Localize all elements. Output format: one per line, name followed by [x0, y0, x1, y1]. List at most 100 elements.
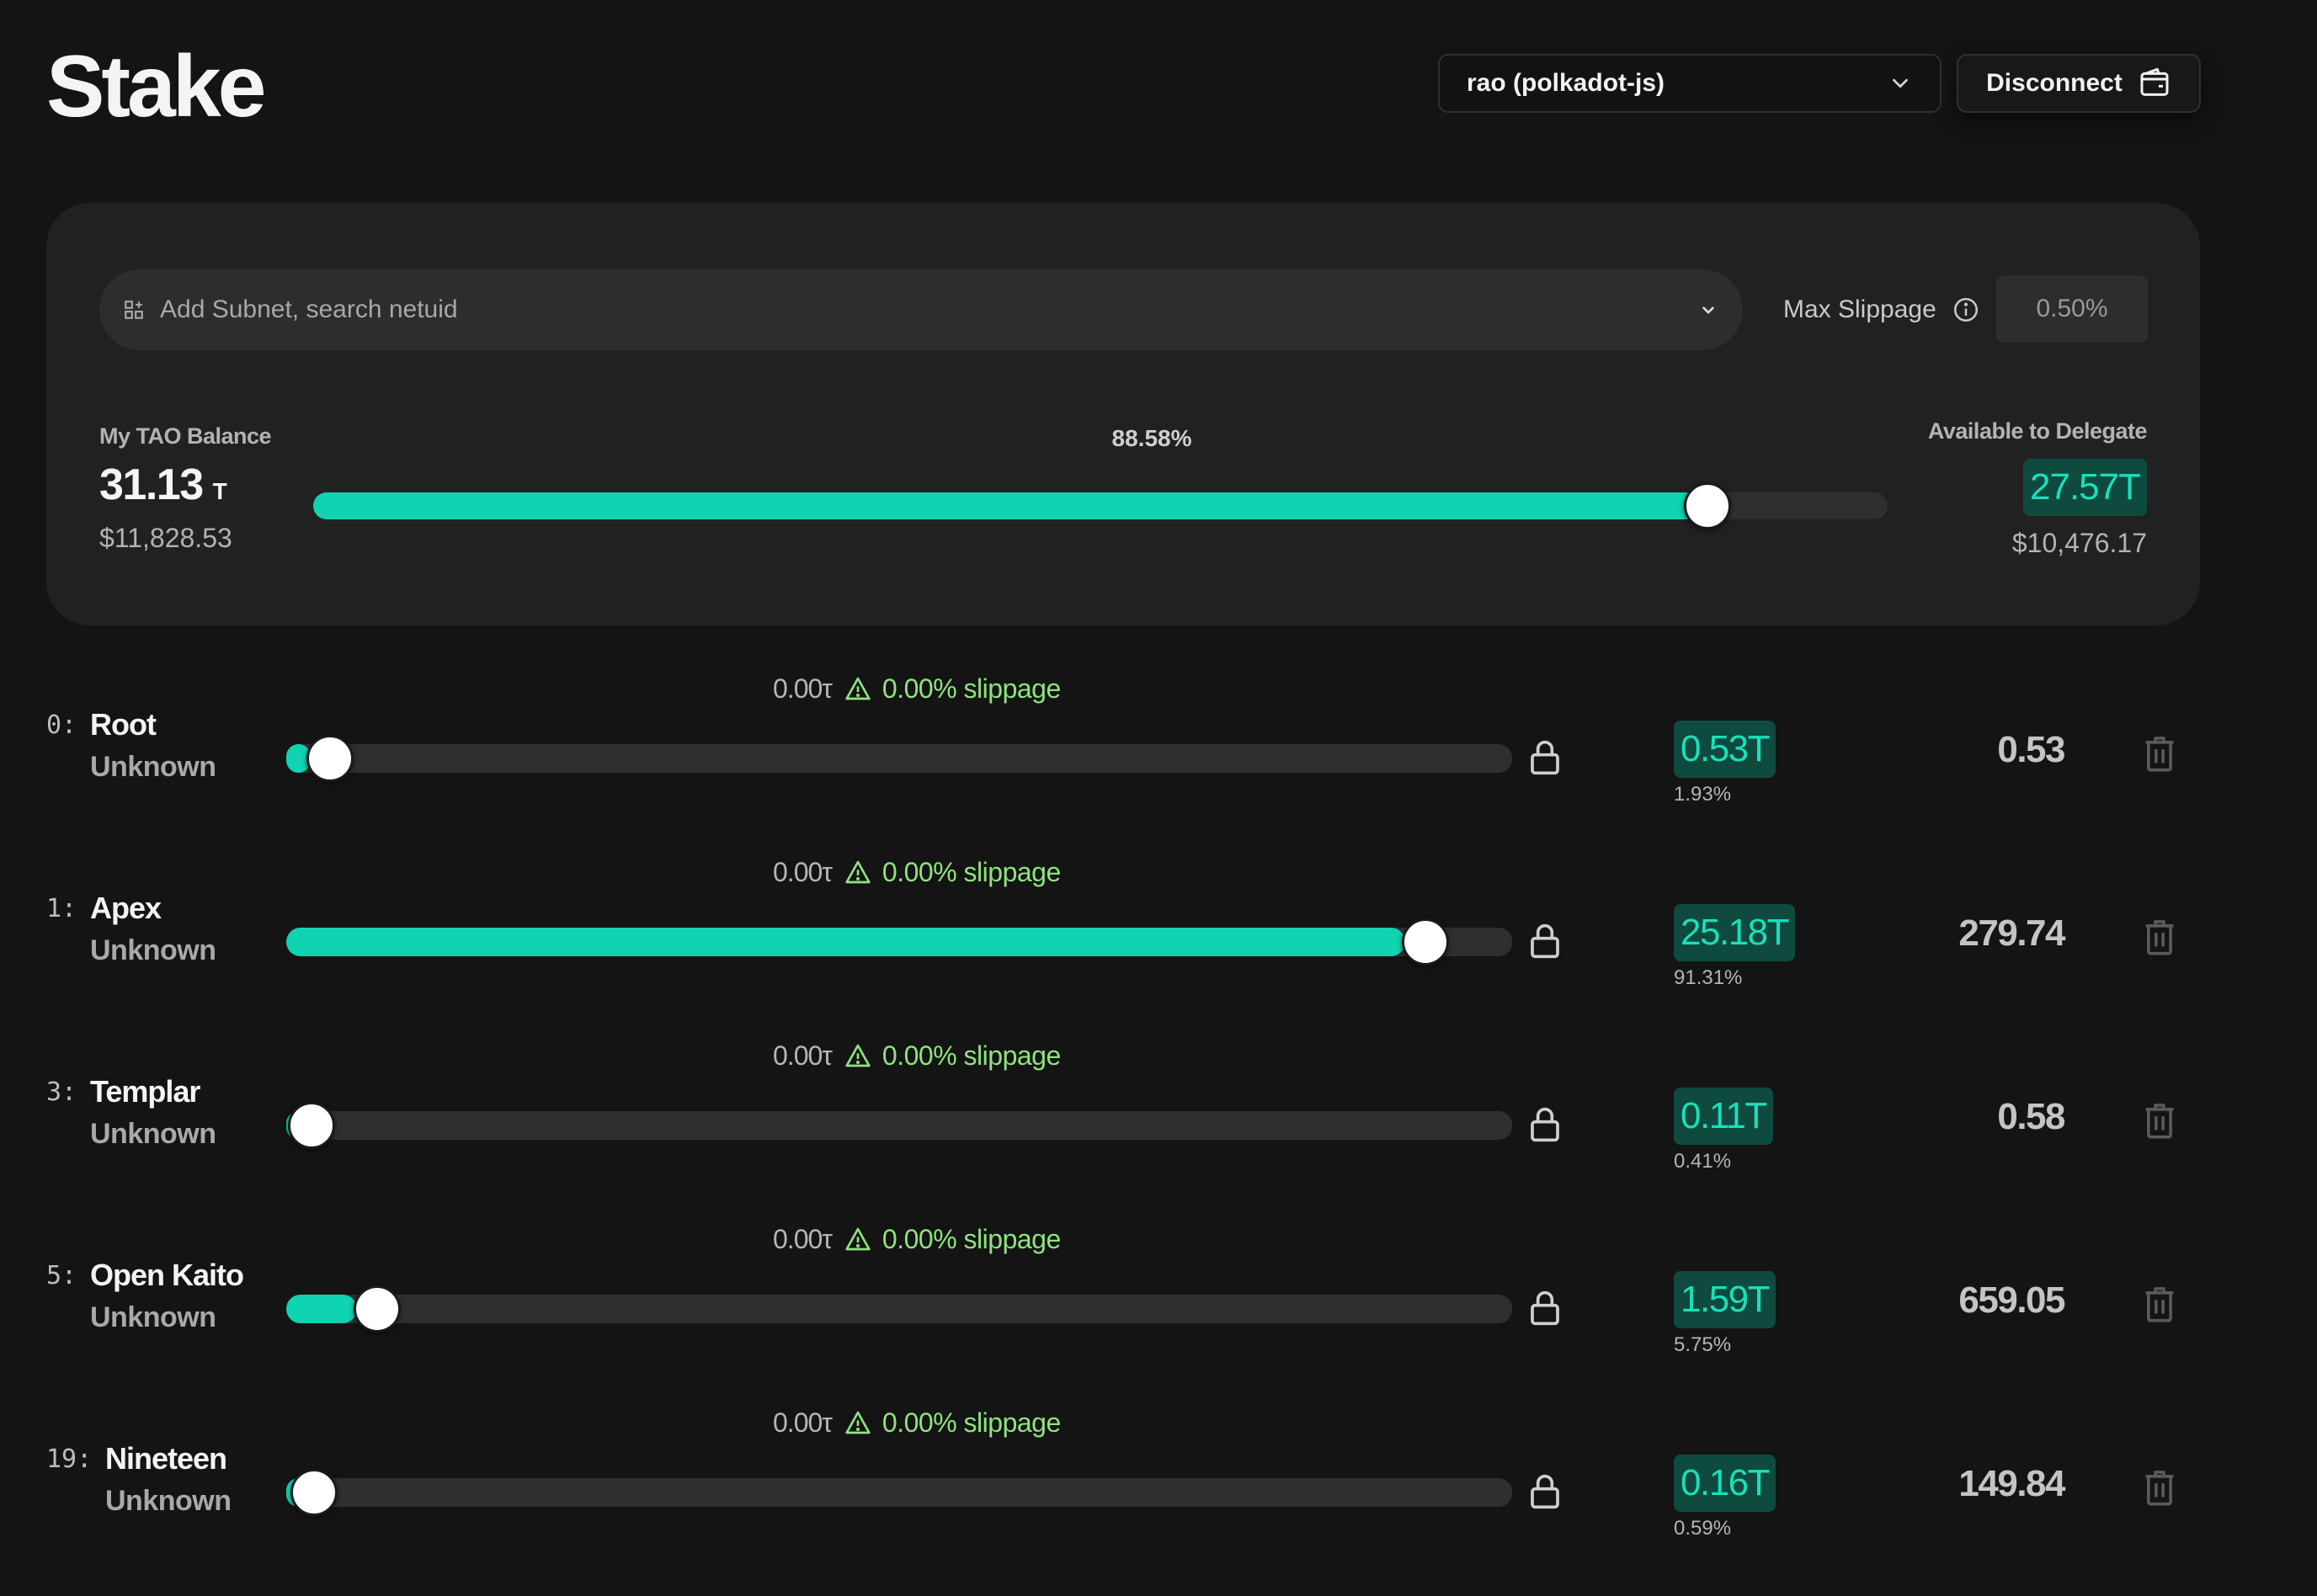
subnet-row: 0: Root Unknown 0.00τ 0.00% slippage 0.5… [0, 663, 2317, 847]
warning-icon [845, 677, 871, 700]
subnet-name: Templar [90, 1074, 200, 1109]
row-allocation-value: 25.18T [1674, 904, 1795, 961]
row-stake-info: 0.00τ 0.00% slippage [773, 1030, 1061, 1081]
row-slippage: 0.00% slippage [844, 857, 1061, 888]
row-stake-amount: 0.00τ [773, 1407, 833, 1438]
chevron-down-icon [1893, 78, 1908, 88]
row-stake-slider[interactable] [286, 1469, 1512, 1516]
tao-balance-value: 31.13 T [99, 460, 227, 510]
subnet-search-select[interactable]: Add Subnet, search netuid [99, 269, 1743, 350]
account-select-label: rao (polkadot-js) [1467, 69, 1665, 97]
subnet-status: Unknown [90, 934, 216, 966]
row-alpha-value: 279.74 [1958, 912, 2065, 954]
row-allocation-percent: 0.59% [1674, 1517, 1732, 1540]
stake-slider-thumb[interactable] [1684, 482, 1732, 529]
max-slippage-label: Max Slippage [1783, 295, 1980, 324]
lock-icon[interactable] [1528, 1471, 1562, 1512]
row-stake-amount: 0.00τ [773, 673, 833, 704]
stake-percent-label: 88.58% [1111, 425, 1192, 451]
stake-page: Stake rao (polkadot-js) Disconnect Add S… [0, 0, 2317, 1596]
subnet-id: 0: [46, 710, 77, 740]
subnet-row: 1: Apex Unknown 0.00τ 0.00% slippage 25.… [0, 847, 2317, 1030]
warning-icon [845, 1227, 871, 1251]
available-delegate-usd: $10,476.17 [2011, 528, 2147, 558]
row-slippage-text: 0.00% slippage [882, 1040, 1061, 1071]
row-slider-thumb[interactable] [290, 1469, 338, 1516]
row-allocation-percent: 0.41% [1674, 1150, 1732, 1173]
row-slippage: 0.00% slippage [844, 1224, 1061, 1255]
available-delegate-label: Available to Delegate [1927, 418, 2148, 444]
max-slippage-input[interactable]: 0.50% [1996, 275, 2148, 343]
row-slippage-text: 0.00% slippage [882, 1223, 1061, 1254]
row-allocation-percent: 91.31% [1674, 966, 1743, 989]
tao-balance-amount: 31.13 [99, 460, 204, 509]
subnet-id: 5: [46, 1261, 77, 1290]
trash-icon[interactable] [2143, 918, 2176, 956]
row-allocation-value: 0.53T [1674, 721, 1776, 778]
account-select[interactable]: rao (polkadot-js) [1438, 54, 1941, 113]
row-slider-fill [286, 928, 1406, 956]
row-stake-info: 0.00τ 0.00% slippage [773, 1214, 1061, 1264]
row-slippage: 0.00% slippage [844, 1040, 1061, 1072]
disconnect-label: Disconnect [1986, 69, 2123, 97]
row-stake-slider[interactable] [286, 1102, 1512, 1149]
row-slippage: 0.00% slippage [844, 673, 1061, 705]
row-alpha-value: 149.84 [1958, 1463, 2065, 1504]
row-alpha-value: 659.05 [1958, 1279, 2065, 1321]
row-stake-slider[interactable] [286, 1285, 1512, 1333]
subnet-row: 19: Nineteen Unknown 0.00τ 0.00% slippag… [0, 1397, 2317, 1581]
row-slippage-text: 0.00% slippage [882, 673, 1061, 704]
lock-icon[interactable] [1528, 1288, 1562, 1328]
subnet-status: Unknown [90, 1118, 216, 1150]
lock-icon[interactable] [1528, 1104, 1562, 1145]
row-allocation-value: 1.59T [1674, 1271, 1776, 1328]
row-slider-thumb[interactable] [1402, 918, 1450, 966]
available-delegate-value: 27.57T [2023, 459, 2147, 516]
warning-icon [845, 860, 871, 884]
row-stake-info: 0.00τ 0.00% slippage [773, 1397, 1061, 1448]
page-title: Stake [46, 38, 267, 136]
subnet-name: Root [90, 707, 157, 742]
row-allocation-value: 0.11T [1674, 1088, 1773, 1145]
row-slider-thumb[interactable] [287, 1102, 335, 1149]
row-stake-info: 0.00τ 0.00% slippage [773, 663, 1061, 714]
tao-balance-label: My TAO Balance [99, 423, 272, 449]
info-icon[interactable] [1952, 295, 1980, 324]
row-stake-info: 0.00τ 0.00% slippage [773, 847, 1061, 897]
subnet-row: 5: Open Kaito Unknown 0.00τ 0.00% slippa… [0, 1214, 2317, 1397]
lock-icon[interactable] [1528, 921, 1562, 961]
subnet-id: 1: [46, 894, 77, 923]
row-allocation-value: 0.16T [1674, 1455, 1776, 1512]
trash-icon[interactable] [2143, 1101, 2176, 1140]
row-slider-thumb[interactable] [353, 1285, 401, 1333]
trash-icon[interactable] [2143, 734, 2176, 773]
row-alpha-value: 0.53 [1997, 729, 2065, 770]
subnet-status: Unknown [90, 1301, 216, 1333]
tao-balance-usd: $11,828.53 [99, 523, 232, 553]
subnet-search-placeholder: Add Subnet, search netuid [160, 295, 458, 323]
subnet-status: Unknown [90, 751, 216, 783]
trash-icon[interactable] [2143, 1468, 2176, 1507]
stake-summary-card: Add Subnet, search netuid Max Slippage 0… [46, 203, 2200, 625]
lock-icon[interactable] [1528, 737, 1562, 778]
stake-slider-fill [313, 492, 1708, 519]
row-stake-amount: 0.00τ [773, 1223, 833, 1254]
warning-icon [845, 1044, 871, 1067]
disconnect-button[interactable]: Disconnect [1957, 54, 2201, 113]
subnet-id: 3: [46, 1077, 77, 1107]
row-stake-slider[interactable] [286, 735, 1512, 782]
row-slider-thumb[interactable] [306, 735, 354, 782]
row-stake-amount: 0.00τ [773, 856, 833, 887]
trash-icon[interactable] [2143, 1285, 2176, 1323]
row-stake-slider[interactable] [286, 918, 1512, 966]
row-allocation-percent: 1.93% [1674, 783, 1732, 806]
row-slider-fill [286, 1295, 357, 1323]
subnet-name: Nineteen [105, 1441, 227, 1476]
stake-slider[interactable] [313, 482, 1888, 529]
subnet-name: Open Kaito [90, 1258, 244, 1292]
warning-icon [845, 1411, 871, 1434]
chevron-down-icon [1702, 306, 1714, 314]
add-grid-icon [125, 301, 143, 319]
row-slippage-text: 0.00% slippage [882, 1407, 1061, 1438]
max-slippage-text: Max Slippage [1783, 295, 1936, 323]
